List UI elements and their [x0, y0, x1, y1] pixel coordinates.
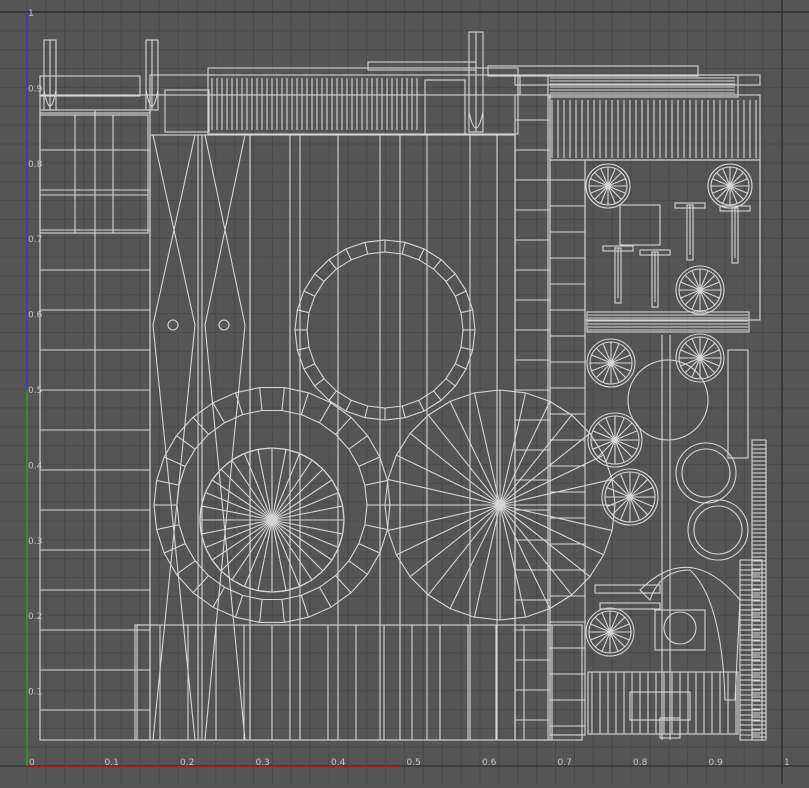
u-tick-label: 0: [29, 758, 35, 768]
u-tick-label: 0.3: [256, 758, 270, 768]
background-grid: [0, 0, 809, 784]
v-tick-label: 0.8: [28, 160, 43, 170]
u-tick-label: 0.6: [482, 758, 497, 768]
u-tick-label: 0.8: [633, 758, 648, 768]
uv-editor-viewport[interactable]: 0 0.1 0.2 0.3 0.4 0.5 0.6 0.7 0.8 0.9 1 0.1 0.2 0.3 0.…: [0, 0, 809, 784]
u-tick-label: 0.5: [407, 758, 421, 768]
v-tick-label: 0.5: [28, 386, 42, 396]
uv-canvas[interactable]: 0 0.1 0.2 0.3 0.4 0.5 0.6 0.7 0.8 0.9 1 0.1 0.2 0.3 0.…: [0, 0, 809, 784]
u-tick-label: 0.4: [331, 758, 346, 768]
v-tick-label: 0.4: [28, 461, 43, 471]
v-tick-label: 1: [28, 9, 34, 19]
v-tick-label: 0.7: [28, 235, 42, 245]
u-tick-label: 1: [784, 758, 790, 768]
v-tick-label: 0.3: [28, 537, 42, 547]
v-tick-label: 0.2: [28, 612, 42, 622]
v-tick-label: 0.9: [28, 84, 43, 94]
u-tick-label: 0.1: [105, 758, 119, 768]
v-tick-label: 0.6: [28, 311, 43, 321]
v-tick-label: 0.1: [28, 688, 42, 698]
u-tick-label: 0.9: [709, 758, 724, 768]
u-tick-label: 0.7: [558, 758, 572, 768]
u-tick-label: 0.2: [180, 758, 194, 768]
